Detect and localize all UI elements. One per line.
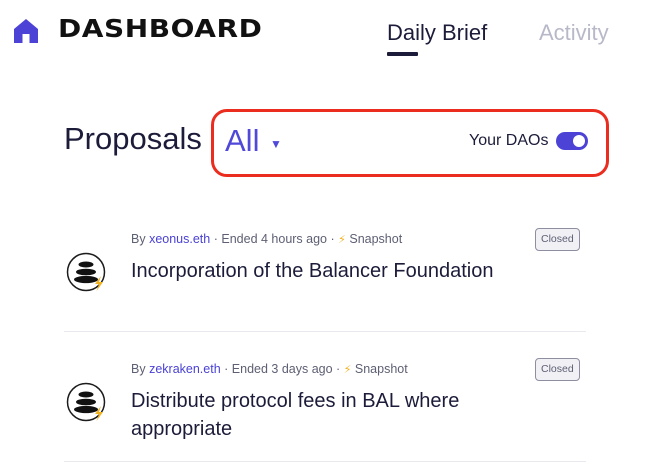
proposal-list-item[interactable]: By zekraken.eth · Ended 3 days ago · ⚡ S… [64, 352, 586, 462]
tab-daily-brief[interactable]: Daily Brief [387, 20, 487, 46]
proposal-list-item[interactable]: By xeonus.eth · Ended 4 hours ago · ⚡ Sn… [64, 222, 586, 332]
caret-down-icon[interactable]: ▼ [270, 137, 282, 151]
source-label: Snapshot [354, 362, 408, 376]
proposal-title[interactable]: Incorporation of the Balancer Foundation [131, 257, 531, 285]
active-tab-indicator [387, 52, 418, 56]
ended-time: · Ended 3 days ago · [224, 362, 341, 376]
tab-activity[interactable]: Activity [539, 20, 609, 46]
your-daos-label: Your DAOs [469, 132, 549, 149]
status-badge: Closed [535, 358, 580, 381]
lightning-bolt-icon: ⚡ [338, 234, 346, 246]
your-daos-toggle[interactable] [556, 132, 588, 150]
balancer-logo-icon [66, 252, 106, 292]
by-label: By [131, 362, 146, 376]
top-header: DASHBOARD Daily Brief Activity [0, 0, 658, 70]
dashboard-brand: DASHBOARD [58, 14, 263, 43]
balancer-logo-icon [66, 382, 106, 422]
lightning-bolt-icon: ⚡ [343, 364, 352, 376]
author-link[interactable]: xeonus.eth [149, 232, 210, 246]
proposal-meta: By zekraken.eth · Ended 3 days ago · ⚡ S… [131, 362, 408, 376]
page-title: Proposals [64, 121, 202, 156]
source-label: Snapshot [349, 232, 403, 246]
ended-time: · Ended 4 hours ago · [213, 232, 335, 246]
proposal-filter-dropdown[interactable]: All [225, 123, 259, 159]
home-icon[interactable] [13, 18, 39, 44]
status-badge: Closed [535, 228, 580, 251]
proposal-meta: By xeonus.eth · Ended 4 hours ago · ⚡ Sn… [131, 232, 402, 246]
author-link[interactable]: zekraken.eth [149, 362, 221, 376]
toggle-knob [573, 135, 585, 147]
proposal-title[interactable]: Distribute protocol fees in BAL where ap… [131, 387, 531, 443]
by-label: By [131, 232, 146, 246]
